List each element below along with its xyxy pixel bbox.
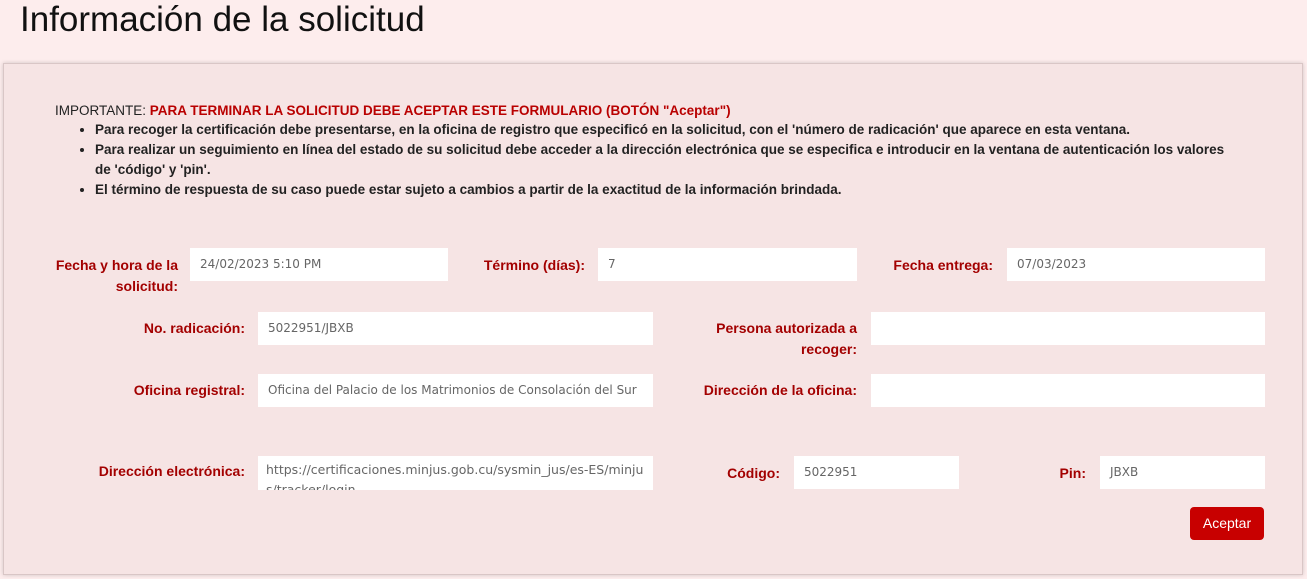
- fecha-hora-label: Fecha y hora de la solicitud:: [55, 257, 178, 294]
- accept-warning: PARA TERMINAR LA SOLICITUD DEBE ACEPTAR …: [149, 103, 731, 118]
- accept-button[interactable]: Aceptar: [1190, 507, 1264, 540]
- oficina-registral-field[interactable]: Oficina del Palacio de los Matrimonios d…: [258, 374, 653, 407]
- notice-item: Para recoger la certificación debe prese…: [95, 120, 1235, 140]
- direccion-oficina-field[interactable]: [871, 374, 1265, 407]
- direccion-electronica-label: Dirección electrónica:: [98, 463, 245, 479]
- direccion-electronica-field[interactable]: https://certificaciones.minjus.gob.cu/sy…: [258, 456, 653, 490]
- oficina-registral-label: Oficina registral:: [133, 382, 245, 398]
- important-label: IMPORTANTE:: [55, 103, 147, 118]
- page-title: Información de la solicitud: [20, 0, 425, 39]
- important-notice: IMPORTANTE: PARA TERMINAR LA SOLICITUD D…: [55, 101, 1235, 200]
- notice-list: Para recoger la certificación debe prese…: [55, 120, 1235, 200]
- radicacion-field[interactable]: 5022951/JBXB: [258, 312, 653, 345]
- fecha-entrega-field[interactable]: 07/03/2023: [1007, 248, 1265, 281]
- notice-item: Para realizar un seguimiento en línea de…: [95, 140, 1235, 180]
- codigo-field[interactable]: 5022951: [794, 456, 959, 489]
- termino-label: Término (días):: [483, 257, 585, 273]
- persona-autorizada-field[interactable]: [871, 312, 1265, 345]
- direccion-oficina-label: Dirección de la oficina:: [703, 382, 857, 398]
- codigo-label: Código:: [727, 465, 780, 481]
- pin-label: Pin:: [1059, 465, 1086, 481]
- fecha-entrega-label: Fecha entrega:: [893, 257, 993, 273]
- persona-autorizada-label: Persona autorizada a recoger:: [716, 320, 857, 357]
- notice-item: El término de respuesta de su caso puede…: [95, 180, 1235, 200]
- pin-field[interactable]: JBXB: [1100, 456, 1265, 489]
- request-info-panel: IMPORTANTE: PARA TERMINAR LA SOLICITUD D…: [3, 63, 1303, 575]
- fecha-hora-field[interactable]: 24/02/2023 5:10 PM: [190, 248, 448, 281]
- termino-field[interactable]: 7: [598, 248, 857, 281]
- radicacion-label: No. radicación:: [143, 320, 245, 336]
- notice-header: IMPORTANTE: PARA TERMINAR LA SOLICITUD D…: [55, 101, 1235, 120]
